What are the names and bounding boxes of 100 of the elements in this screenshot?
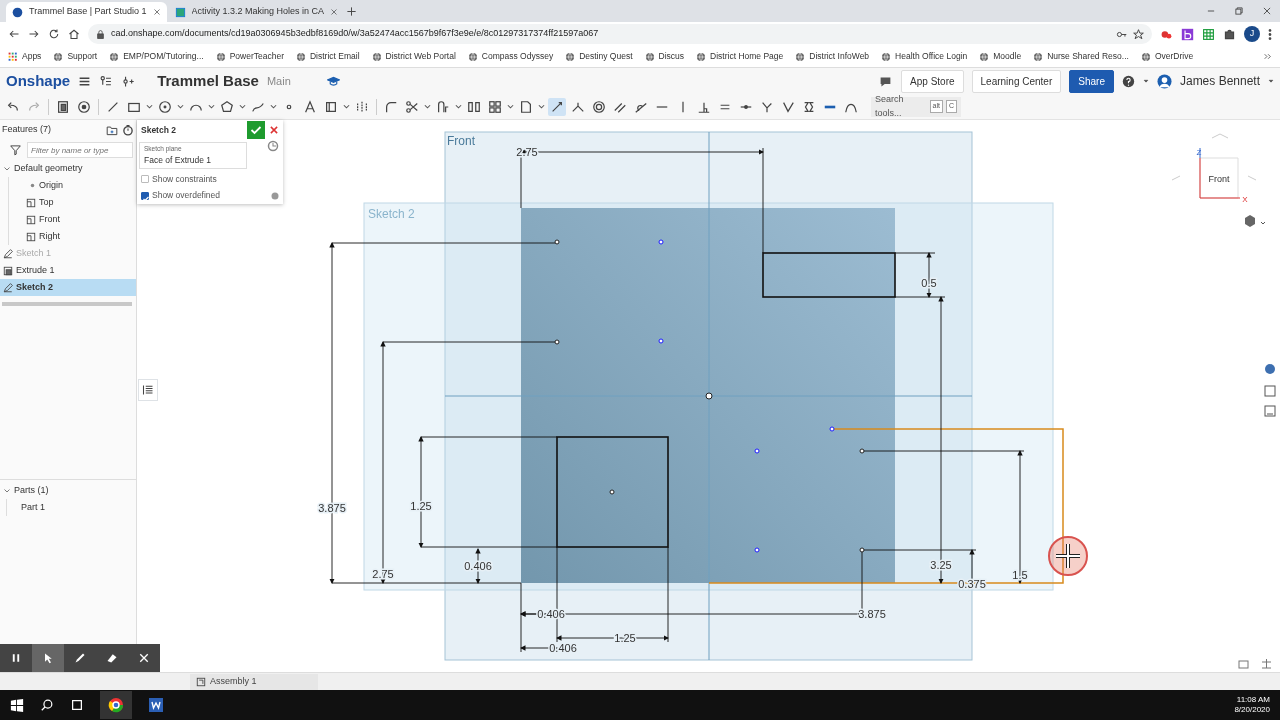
bookmark[interactable]: District InfoWeb bbox=[795, 50, 870, 63]
sketch-target-icon[interactable] bbox=[77, 99, 91, 114]
bookmark[interactable]: Support bbox=[53, 50, 98, 63]
user-avatar-icon[interactable] bbox=[1156, 73, 1172, 89]
grid-icon[interactable] bbox=[1202, 27, 1215, 41]
onshape-logo[interactable]: Onshape bbox=[6, 69, 71, 93]
chevron-down-icon[interactable] bbox=[3, 164, 11, 173]
graduation-cap-icon[interactable] bbox=[326, 74, 340, 88]
text-icon[interactable] bbox=[303, 99, 317, 114]
appearance-icon[interactable] bbox=[1265, 364, 1275, 374]
import-icon[interactable] bbox=[519, 99, 533, 114]
more-bookmarks-icon[interactable] bbox=[1263, 52, 1272, 61]
tree-item[interactable]: Parts (1) bbox=[0, 482, 136, 499]
home-icon[interactable] bbox=[68, 28, 80, 40]
browser-icon[interactable] bbox=[108, 697, 124, 713]
bookmark[interactable]: EMP/POM/Tutoring... bbox=[109, 50, 204, 63]
header-button[interactable]: Learning Center bbox=[971, 69, 1062, 93]
dimension-value[interactable]: 1.5 bbox=[1012, 569, 1028, 581]
insert-icon[interactable] bbox=[121, 74, 136, 88]
filter-icon[interactable] bbox=[10, 144, 21, 156]
close-icon[interactable] bbox=[1262, 6, 1272, 16]
tree-item[interactable]: Front bbox=[8, 211, 136, 228]
bookmark[interactable]: Nurse Shared Reso... bbox=[1033, 50, 1129, 63]
dimension-value[interactable]: 0.406 bbox=[464, 560, 492, 572]
tree-item[interactable]: Default geometry bbox=[0, 160, 136, 177]
circle-icon[interactable] bbox=[158, 99, 172, 114]
filter-field[interactable]: Filter by name or type bbox=[27, 142, 133, 158]
checkbox[interactable] bbox=[141, 174, 149, 183]
bookmark[interactable]: OverDrive bbox=[1140, 50, 1194, 63]
bookmark[interactable]: Compass Odyssey bbox=[467, 50, 554, 63]
grid-pattern-icon[interactable] bbox=[488, 99, 502, 114]
pointer-icon[interactable] bbox=[42, 652, 54, 664]
bookmark[interactable]: PowerTeacher bbox=[215, 50, 284, 63]
browser-tab[interactable]: Activity 1.3.2 Making Holes in CA bbox=[168, 2, 345, 22]
bookmark[interactable]: Apps bbox=[8, 50, 42, 63]
tree-item[interactable]: Sketch 2 bbox=[0, 279, 136, 296]
printer-icon[interactable] bbox=[1238, 660, 1249, 669]
search-icon[interactable] bbox=[40, 698, 54, 712]
back-icon[interactable] bbox=[8, 28, 20, 40]
scale-icon[interactable] bbox=[1261, 658, 1272, 669]
concentric-icon[interactable] bbox=[592, 99, 606, 114]
address-bar[interactable]: cad.onshape.com/documents/cd19a0306945b3edbf8169d0/w/3a52474acc1567b9f67f3e9e/e/8c01297317374ff21597a067 bbox=[88, 24, 1152, 44]
dimension-value[interactable]: 1.25 bbox=[410, 500, 432, 512]
profile-avatar[interactable]: J bbox=[1244, 26, 1260, 42]
new-tab-icon[interactable] bbox=[346, 5, 358, 17]
dimension-value[interactable]: 1.25 bbox=[614, 632, 636, 644]
part-item[interactable]: Part 1 bbox=[6, 499, 136, 516]
feature-list-icon[interactable] bbox=[99, 74, 114, 88]
tree-item[interactable]: Extrude 1 bbox=[0, 262, 136, 279]
dimension-value[interactable]: 0.5 bbox=[921, 277, 937, 289]
tree-item[interactable]: Origin bbox=[8, 177, 136, 194]
fillet-icon[interactable] bbox=[384, 99, 398, 114]
menu-icon[interactable] bbox=[78, 74, 92, 88]
construction-icon[interactable] bbox=[324, 99, 338, 114]
polygon-icon[interactable] bbox=[220, 99, 234, 114]
part-list-icon[interactable] bbox=[1264, 385, 1276, 397]
forward-icon[interactable] bbox=[28, 28, 40, 40]
header-button[interactable]: App Store bbox=[901, 69, 964, 93]
part-studio-icon[interactable] bbox=[56, 99, 70, 114]
scissors-icon[interactable] bbox=[405, 99, 419, 114]
dimension-value[interactable]: 3.875 bbox=[858, 608, 886, 620]
dimension-value[interactable]: 2.75 bbox=[372, 568, 394, 580]
view-options-icon[interactable] bbox=[1245, 215, 1266, 227]
pen-icon[interactable] bbox=[74, 652, 86, 664]
dimension-icon[interactable] bbox=[550, 99, 564, 114]
measure-icon[interactable] bbox=[1264, 405, 1276, 417]
menu-icon[interactable] bbox=[1268, 27, 1272, 41]
accept-button[interactable] bbox=[247, 121, 265, 139]
history-icon[interactable] bbox=[267, 140, 279, 152]
feature-list-toggle[interactable] bbox=[138, 379, 158, 401]
document-name[interactable]: Trammel Base bbox=[157, 69, 259, 93]
undo-icon[interactable] bbox=[6, 99, 20, 114]
star-icon[interactable] bbox=[1133, 28, 1144, 40]
browser-tab[interactable]: Trammel Base | Part Studio 1 bbox=[6, 2, 167, 22]
tree-item[interactable]: Top bbox=[8, 194, 136, 211]
timer-icon[interactable] bbox=[122, 124, 134, 136]
windows-icon[interactable] bbox=[10, 698, 24, 712]
dimension-value[interactable]: 2.75 bbox=[516, 146, 538, 158]
reload-icon[interactable] bbox=[48, 28, 60, 40]
checkbox[interactable] bbox=[141, 191, 149, 200]
tree-item[interactable]: Right bbox=[8, 228, 136, 245]
dimension-value[interactable]: 3.875 bbox=[318, 502, 346, 514]
share-button[interactable]: Share bbox=[1069, 69, 1114, 93]
bookmark[interactable]: District Web Portal bbox=[371, 50, 456, 63]
bookmark[interactable]: Health Office Login bbox=[881, 50, 968, 63]
document-tab[interactable]: Assembly 1 bbox=[190, 673, 318, 690]
pattern-icon[interactable] bbox=[467, 99, 481, 114]
eraser-icon[interactable] bbox=[106, 652, 118, 664]
user-name[interactable]: James Bennett bbox=[1179, 72, 1260, 90]
add-folder-icon[interactable] bbox=[106, 124, 118, 136]
clock-date[interactable]: 8/20/2020 bbox=[1234, 705, 1270, 716]
offset-icon[interactable] bbox=[436, 99, 450, 114]
symmetric-icon[interactable] bbox=[802, 99, 816, 114]
dimension-value[interactable]: 0.406 bbox=[549, 642, 577, 654]
clock-time[interactable]: 11:08 AM bbox=[1236, 694, 1270, 705]
word-icon[interactable] bbox=[148, 697, 164, 713]
chevron-down-icon[interactable] bbox=[3, 486, 11, 495]
extension-icon[interactable] bbox=[1181, 27, 1194, 41]
mirror-icon[interactable] bbox=[355, 99, 369, 114]
bookmark[interactable]: District Email bbox=[295, 50, 360, 63]
